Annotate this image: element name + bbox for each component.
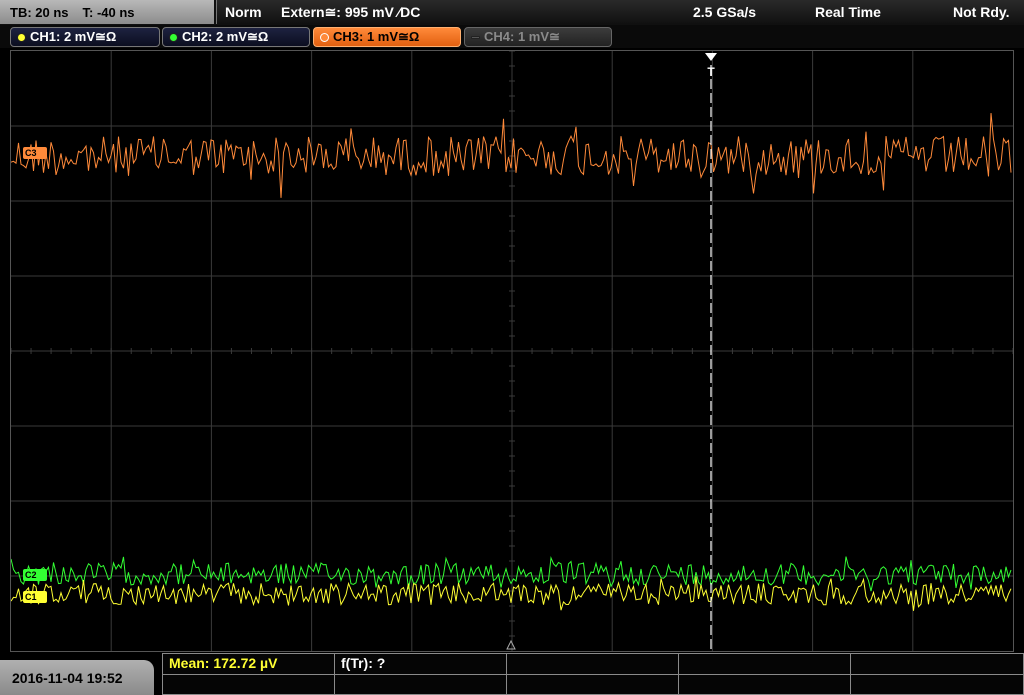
measurement-slot-8[interactable] bbox=[507, 675, 679, 695]
datetime-label: 2016-11-04 19:52 bbox=[12, 669, 123, 686]
waveform-canvas: T bbox=[11, 51, 1013, 651]
ch4-label: CH4: 1 mV≅ bbox=[484, 29, 560, 44]
timebase-panel[interactable]: TB: 20 ns T: -40 ns bbox=[0, 0, 214, 24]
measurement-slot-10[interactable] bbox=[851, 675, 1023, 695]
ch3-dot-icon bbox=[320, 32, 329, 42]
graticule bbox=[11, 51, 1013, 651]
tab-ch3[interactable]: CH3: 1 mV≅Ω bbox=[313, 27, 461, 47]
ch2-label: CH2: 2 mV≅Ω bbox=[182, 29, 269, 44]
status-label: Not Rdy. bbox=[953, 4, 1010, 20]
mean-measurement[interactable]: Mean: 172.72 µV bbox=[163, 654, 335, 675]
ch1-ground-marker[interactable]: C1 bbox=[23, 591, 47, 603]
trigger-marker-label: T bbox=[707, 65, 715, 79]
ch3-ground-marker[interactable]: C3 bbox=[23, 147, 47, 159]
ch4-dash-icon bbox=[471, 35, 480, 39]
ch1-dot-icon bbox=[17, 32, 26, 42]
measurement-slot-9[interactable] bbox=[679, 675, 851, 695]
freq-measurement[interactable]: f(Tr): ? bbox=[335, 654, 507, 675]
measurement-slot-6[interactable] bbox=[163, 675, 335, 695]
tab-ch1[interactable]: CH1: 2 mV≅Ω bbox=[10, 27, 160, 47]
ch2-dot-icon bbox=[169, 32, 178, 42]
sample-rate-label: 2.5 GSa/s bbox=[693, 4, 757, 20]
acquisition-panel[interactable]: Norm Extern≅: 995 mV ∕DC 2.5 GSa/s Real … bbox=[216, 0, 1024, 24]
measurement-slot-7[interactable] bbox=[335, 675, 507, 695]
channel-tabs: CH1: 2 mV≅Ω CH2: 2 mV≅Ω CH3: 1 mV≅Ω CH4:… bbox=[0, 25, 1024, 48]
measurement-slot-5[interactable] bbox=[851, 654, 1023, 675]
timebase-label: TB: 20 ns bbox=[10, 4, 69, 20]
datetime-panel: 2016-11-04 19:52 bbox=[0, 660, 154, 695]
center-arrow-icon bbox=[506, 639, 516, 650]
tab-ch2[interactable]: CH2: 2 mV≅Ω bbox=[162, 27, 310, 47]
trigger-label: Extern≅: 995 mV ∕DC bbox=[281, 4, 421, 20]
ch1-label: CH1: 2 mV≅Ω bbox=[30, 29, 117, 44]
trigger-time-label: T: -40 ns bbox=[82, 4, 135, 20]
measurement-slot-4[interactable] bbox=[679, 654, 851, 675]
tab-ch4[interactable]: CH4: 1 mV≅ bbox=[464, 27, 612, 47]
measurement-table[interactable]: Mean: 172.72 µV f(Tr): ? bbox=[162, 653, 1024, 695]
measurement-slot-3[interactable] bbox=[507, 654, 679, 675]
acq-mode-label: Norm bbox=[225, 4, 262, 20]
waveform-display[interactable]: T C3 C2 C1 bbox=[10, 50, 1014, 652]
trigger-arrow-icon[interactable] bbox=[705, 53, 717, 61]
ch3-label: CH3: 1 mV≅Ω bbox=[333, 29, 420, 44]
status-bar: TB: 20 ns T: -40 ns Norm Extern≅: 995 mV… bbox=[0, 0, 1024, 25]
mode-label: Real Time bbox=[815, 4, 881, 20]
ch2-ground-marker[interactable]: C2 bbox=[23, 569, 47, 581]
bottom-bar: 2016-11-04 19:52 Mean: 172.72 µV f(Tr): … bbox=[0, 652, 1024, 695]
